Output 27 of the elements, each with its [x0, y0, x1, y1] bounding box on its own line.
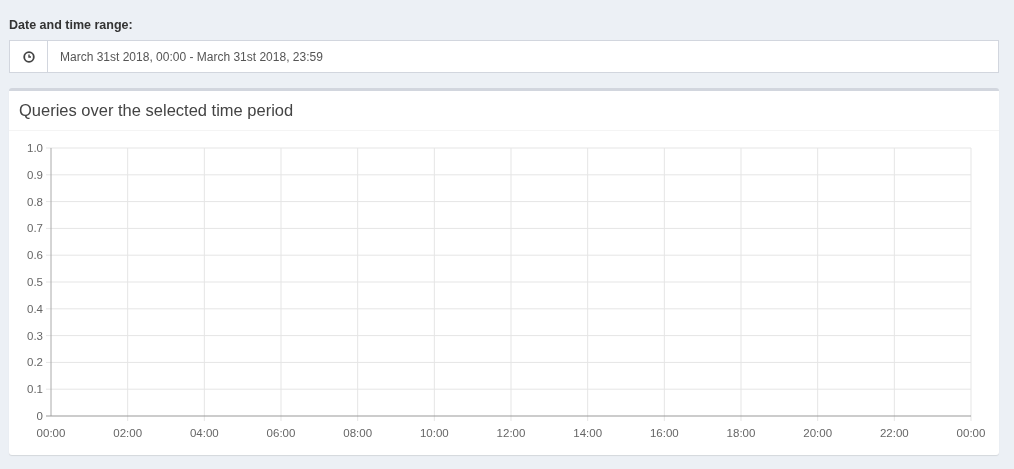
x-tick-label: 04:00 — [189, 427, 219, 439]
field-label: Date and time range: — [9, 18, 133, 32]
x-tick-label: 16:00 — [649, 427, 679, 439]
x-tick-label: 10:00 — [419, 427, 449, 439]
x-tick-label: 02:00 — [113, 427, 143, 439]
y-tick-label: 1.0 — [27, 142, 43, 154]
x-tick-label: 14:00 — [573, 427, 603, 439]
x-tick-label: 08:00 — [343, 427, 373, 439]
x-tick-label: 00:00 — [956, 427, 986, 439]
y-tick-label: 0.4 — [27, 302, 43, 315]
x-tick-label: 20:00 — [803, 427, 833, 439]
clock-icon — [22, 50, 35, 63]
x-tick-label: 00:00 — [36, 427, 66, 439]
x-tick-label: 06:00 — [266, 427, 296, 439]
y-tick-label: 0 — [36, 410, 43, 422]
y-tick-label: 0.6 — [27, 249, 43, 262]
y-tick-label: 0.7 — [27, 222, 43, 235]
y-tick-label: 0.2 — [27, 356, 43, 369]
y-tick-label: 0.1 — [27, 383, 43, 396]
x-tick-label: 12:00 — [496, 427, 526, 439]
x-tick-label: 18:00 — [726, 427, 756, 439]
card-title: Queries over the selected time period — [19, 101, 294, 120]
y-tick-label: 0.3 — [27, 329, 43, 342]
y-tick-label: 0.8 — [27, 195, 43, 208]
x-tick-label: 22:00 — [879, 427, 909, 439]
y-tick-label: 0.9 — [27, 168, 43, 181]
y-tick-label: 0.5 — [27, 276, 43, 288]
